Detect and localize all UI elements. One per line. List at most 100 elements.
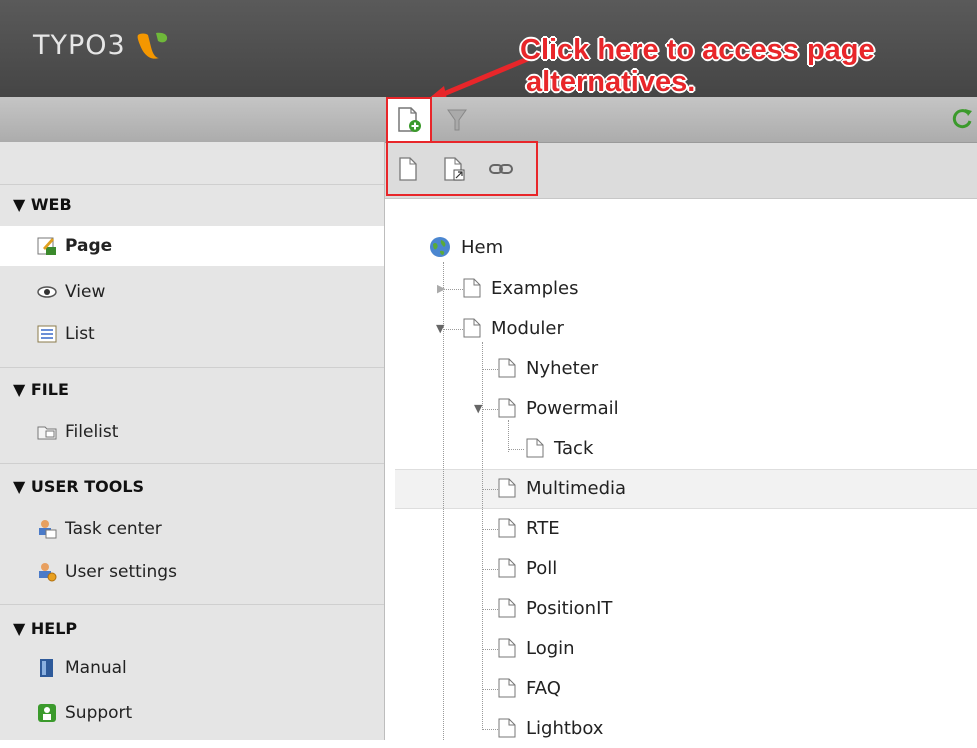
typo3-logo-icon xyxy=(137,32,167,59)
page-icon xyxy=(498,678,516,698)
tree-node-label: FAQ xyxy=(526,677,561,699)
collapse-icon[interactable]: ▼ xyxy=(474,402,482,415)
module-manual[interactable]: Manual xyxy=(0,648,384,688)
module-task-center[interactable]: Task center xyxy=(0,509,384,549)
module-page-label: Page xyxy=(65,236,113,256)
tree-line xyxy=(482,569,498,570)
navigation-strip xyxy=(0,97,977,143)
annotation-callout: Click here to access page alternatives. xyxy=(520,34,875,98)
module-user-settings-label: User settings xyxy=(65,562,177,582)
section-file-title: ▼ FILE xyxy=(13,380,69,399)
folder-icon xyxy=(37,426,57,440)
tree-line xyxy=(482,440,483,730)
module-support[interactable]: Support xyxy=(0,693,384,733)
module-page[interactable]: Page xyxy=(0,226,384,266)
expand-icon[interactable]: ▶ xyxy=(437,282,445,295)
tree-node[interactable]: Examples xyxy=(463,268,578,308)
tree-line xyxy=(482,609,498,610)
module-support-label: Support xyxy=(65,703,133,723)
tree-node-label: Moduler xyxy=(491,317,564,339)
tree-node[interactable]: FAQ xyxy=(498,668,561,708)
module-filelist[interactable]: Filelist xyxy=(0,412,384,452)
page-icon xyxy=(498,558,516,578)
annotation-line-2: alternatives. xyxy=(526,66,696,98)
module-view[interactable]: View xyxy=(0,272,384,312)
tree-line xyxy=(443,289,463,290)
logo-text: TYPO3 xyxy=(33,30,126,61)
tree-node-label: Nyheter xyxy=(526,357,599,379)
tree-root[interactable]: Hem xyxy=(429,227,503,267)
module-list-label: List xyxy=(65,324,95,344)
section-help-title: ▼ HELP xyxy=(13,619,78,638)
tab-new-page[interactable] xyxy=(386,97,432,142)
tree-node[interactable]: Nyheter xyxy=(498,348,598,388)
support-icon xyxy=(38,704,56,722)
tree-line xyxy=(443,329,463,330)
page-module-icon xyxy=(37,237,56,255)
page-shortcut-icon[interactable] xyxy=(443,157,467,181)
page-icon[interactable] xyxy=(398,157,418,181)
globe-icon xyxy=(430,237,450,257)
tree-line xyxy=(508,449,524,450)
eye-icon xyxy=(37,286,57,298)
section-user-tools-title: ▼ USER TOOLS xyxy=(13,477,145,496)
filter-icon[interactable] xyxy=(446,108,468,132)
tree-line xyxy=(482,409,498,410)
tree-root-label: Hem xyxy=(461,236,504,258)
page-icon xyxy=(498,478,516,498)
page-icon xyxy=(498,718,516,738)
tree-node[interactable]: Lightbox xyxy=(498,708,603,748)
tree-line xyxy=(482,689,498,690)
module-user-settings[interactable]: User settings xyxy=(0,552,384,592)
page-new-icon[interactable] xyxy=(396,107,422,133)
tree-line xyxy=(482,649,498,650)
page-icon xyxy=(498,358,516,378)
module-manual-label: Manual xyxy=(65,658,127,678)
tree-node[interactable]: RTE xyxy=(498,508,560,548)
tree-node-label: Tack xyxy=(554,437,594,459)
tree-line xyxy=(482,729,498,730)
tree-node[interactable]: Moduler xyxy=(463,308,564,348)
list-icon xyxy=(37,325,57,343)
tree-node[interactable]: Login xyxy=(498,628,575,668)
task-center-icon xyxy=(39,520,57,539)
collapse-icon[interactable]: ▼ xyxy=(436,322,444,335)
module-task-center-label: Task center xyxy=(65,519,162,539)
tree-node-label: Lightbox xyxy=(526,717,604,739)
page-icon xyxy=(498,398,516,418)
tree-line xyxy=(482,489,498,490)
tree-node-label: Poll xyxy=(526,557,558,579)
module-filelist-label: Filelist xyxy=(65,422,119,442)
link-icon[interactable] xyxy=(488,161,514,177)
tree-node[interactable]: Poll xyxy=(498,548,557,588)
tree-node[interactable]: Tack xyxy=(526,428,593,468)
annotation-line-1: Click here to access page xyxy=(520,34,875,66)
refresh-icon[interactable] xyxy=(951,107,973,131)
page-icon xyxy=(463,318,481,338)
tree-node-selected[interactable]: Multimedia xyxy=(498,468,626,508)
section-web[interactable]: ▼ WEB xyxy=(0,184,384,225)
page-icon xyxy=(526,438,544,458)
tree-node-label: RTE xyxy=(526,517,560,539)
module-view-label: View xyxy=(65,282,106,302)
tree-node-label: Multimedia xyxy=(526,477,627,499)
section-help[interactable]: ▼ HELP xyxy=(0,604,384,645)
module-list[interactable]: List xyxy=(0,314,384,354)
tree-line xyxy=(482,369,498,370)
typo3-logo[interactable]: TYPO3 xyxy=(33,30,170,61)
page-icon xyxy=(498,518,516,538)
tree-node-label: PositionIT xyxy=(526,597,613,619)
tree-line xyxy=(482,529,498,530)
tree-node-label: Login xyxy=(526,637,575,659)
section-file[interactable]: ▼ FILE xyxy=(0,367,384,408)
page-icon xyxy=(463,278,481,298)
tree-node-label: Examples xyxy=(491,277,579,299)
tree-node-label: Powermail xyxy=(526,397,619,419)
page-icon xyxy=(498,638,516,658)
tree-line xyxy=(482,342,483,454)
tree-node[interactable]: PositionIT xyxy=(498,588,612,628)
section-user-tools[interactable]: ▼ USER TOOLS xyxy=(0,463,384,504)
user-settings-icon xyxy=(39,563,57,582)
tree-node[interactable]: Powermail xyxy=(498,388,619,428)
manual-icon xyxy=(40,659,53,677)
